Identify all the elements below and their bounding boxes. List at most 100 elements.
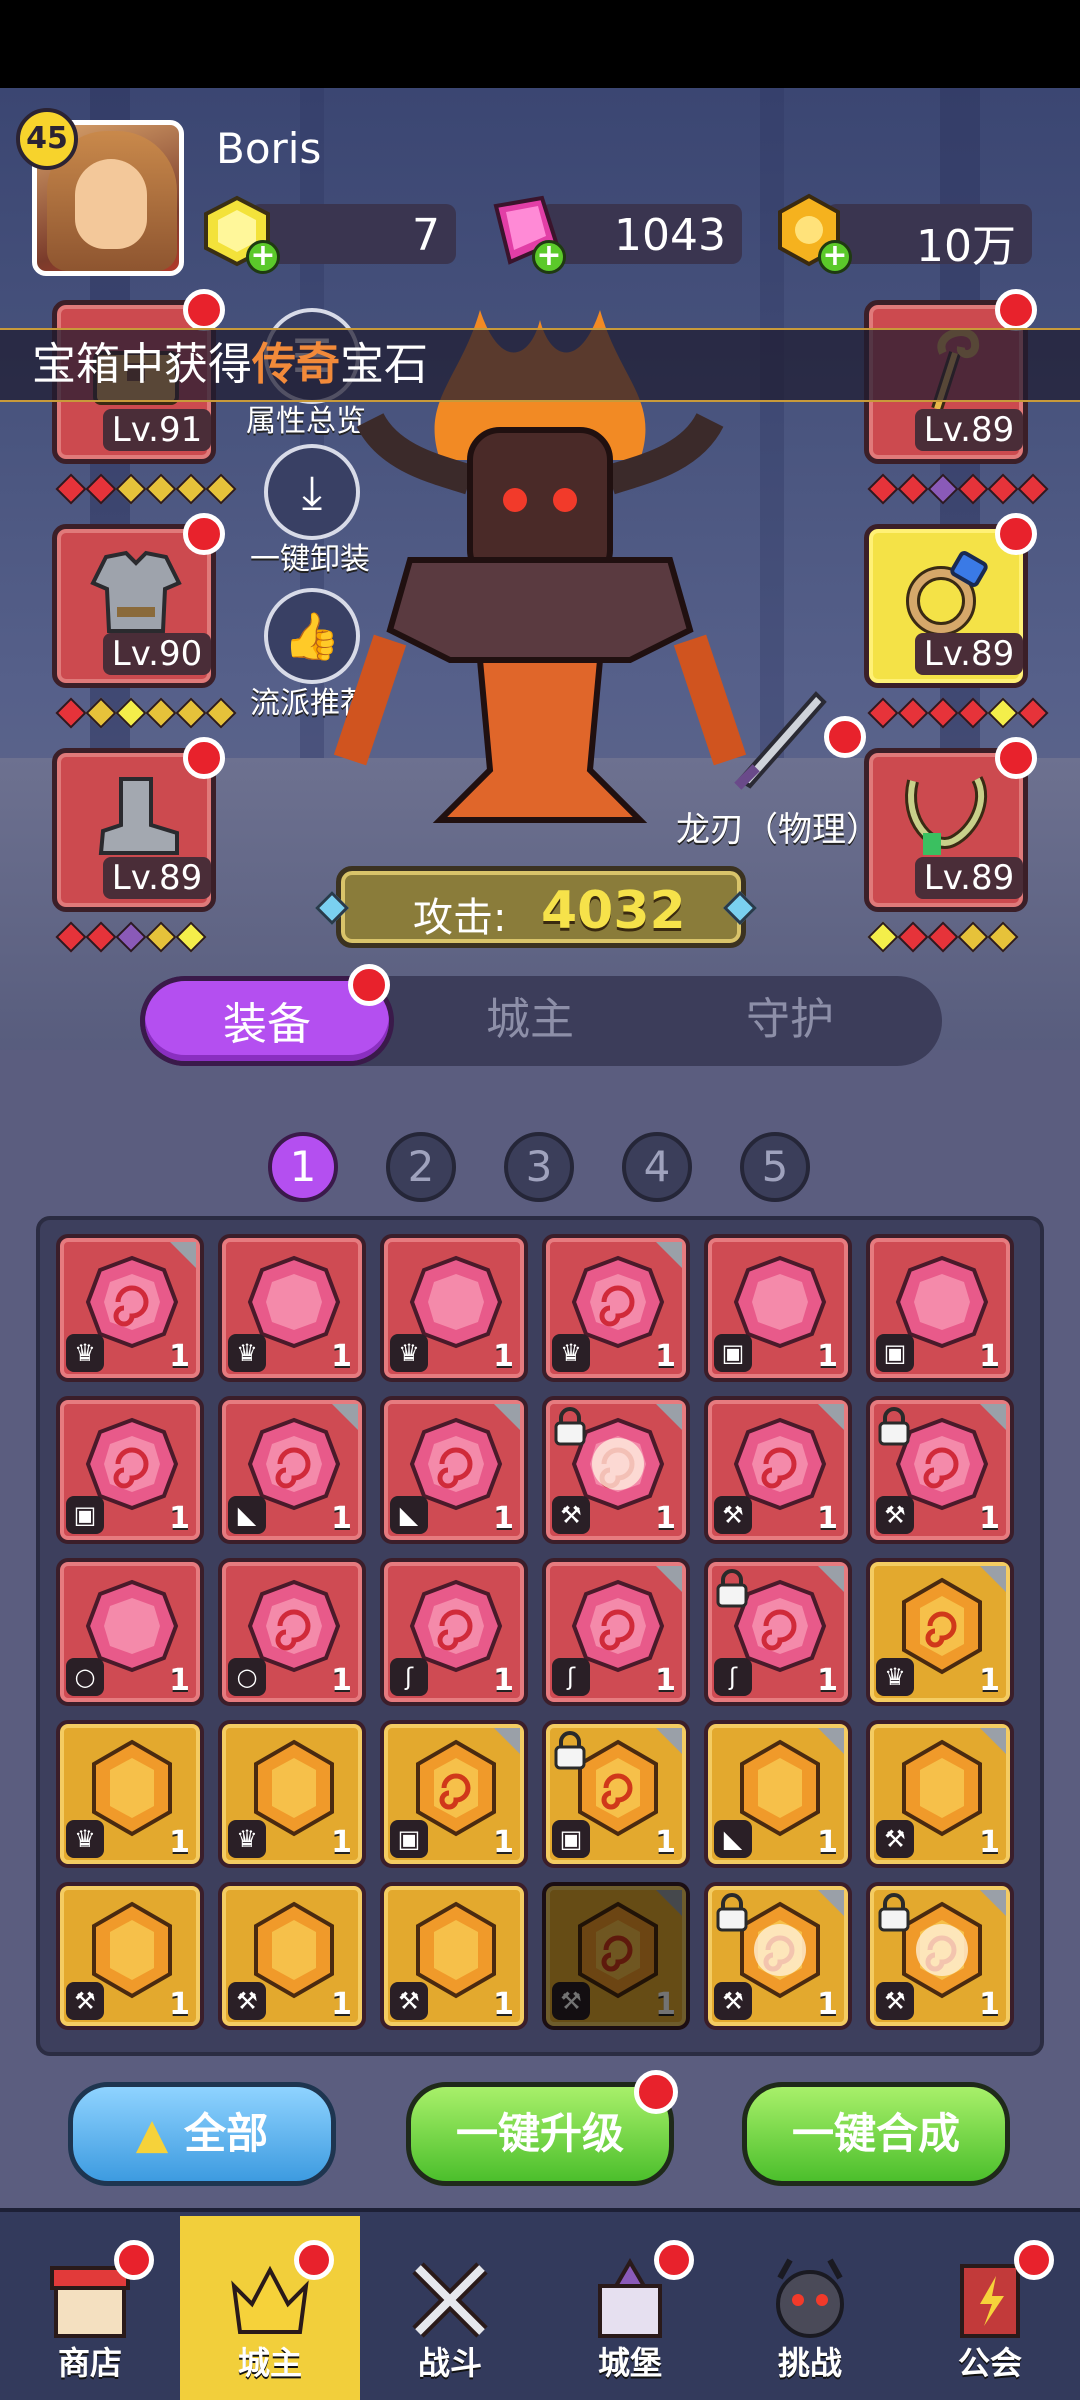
gem-cell[interactable]: ʃ1	[380, 1558, 528, 1706]
slot-type-icon: ♛	[390, 1334, 428, 1372]
gem-cell[interactable]: ʃ1	[542, 1558, 690, 1706]
gem-cell[interactable]: ♛ 1	[218, 1720, 366, 1868]
gem-cell[interactable]: ⚒ 1	[380, 1882, 528, 2030]
merge-label: 一键合成	[791, 2109, 960, 2158]
gem-cell[interactable]: ⚒ 1	[542, 1396, 690, 1544]
slot-level: Lv.91	[103, 409, 211, 451]
page-3-button[interactable]: 3	[504, 1132, 574, 1202]
gem-cell[interactable]: ♛ 1	[56, 1720, 204, 1868]
nav-shop[interactable]: 商店	[0, 2216, 180, 2400]
page-1-button[interactable]: 1	[268, 1132, 338, 1202]
one-click-merge-button[interactable]: 一键合成	[742, 2082, 1010, 2186]
demon-head-icon	[776, 2258, 844, 2338]
slot-type-icon: ◣	[228, 1496, 266, 1534]
gem-count: 1	[493, 1339, 514, 1374]
gem-cell[interactable]: ⚒ 1	[866, 1396, 1014, 1544]
slot-level: Lv.89	[915, 409, 1023, 451]
nav-castle[interactable]: 城堡	[540, 2216, 720, 2400]
gem-count: 1	[655, 1501, 676, 1536]
equip-slot-boots[interactable]: Lv.89	[52, 737, 225, 912]
filter-all-button[interactable]: ▲ 全部	[68, 2082, 336, 2186]
corner-marker	[980, 1404, 1006, 1430]
nav-lord[interactable]: 城主	[180, 2216, 360, 2400]
corner-marker	[656, 1566, 682, 1592]
slot-level: Lv.89	[915, 857, 1023, 899]
nav-challenge[interactable]: 挑战	[720, 2216, 900, 2400]
page-4-button[interactable]: 4	[622, 1132, 692, 1202]
gem-cell[interactable]: ○ 1	[56, 1558, 204, 1706]
page-5-button[interactable]: 5	[740, 1132, 810, 1202]
slot-type-icon: ⚒	[876, 1496, 914, 1534]
gem-cell[interactable]: ʃ1	[704, 1558, 852, 1706]
gem-count: 1	[655, 1825, 676, 1860]
gem-cell[interactable]: ○ 1	[218, 1558, 366, 1706]
player-level-badge: 45	[16, 108, 78, 170]
gem-count: 1	[817, 1825, 838, 1860]
equip-slot-necklace[interactable]: Lv.89	[864, 737, 1037, 912]
slot-type-icon: ⚒	[390, 1982, 428, 2020]
gem-cell[interactable]: ▣ 1	[704, 1234, 852, 1382]
notification-dot	[294, 2240, 334, 2280]
corner-marker	[818, 1566, 844, 1592]
nav-label: 挑战	[777, 2344, 842, 2382]
tab-lord[interactable]: 城主	[440, 976, 620, 1066]
nav-battle[interactable]: 战斗	[360, 2216, 540, 2400]
nav-guild[interactable]: 公会	[900, 2216, 1080, 2400]
gem-cell[interactable]: ▣ 1	[542, 1720, 690, 1868]
tab-guard[interactable]: 守护	[700, 976, 880, 1066]
gem-cell[interactable]: ♛ 1	[542, 1234, 690, 1382]
gem-cell[interactable]: ⚒ 1	[866, 1882, 1014, 2030]
attack-label: 攻击:	[413, 895, 507, 941]
yellow-gem-icon[interactable]: +	[198, 192, 280, 274]
page-2-button[interactable]: 2	[386, 1132, 456, 1202]
gem-count: 1	[817, 1501, 838, 1536]
slot-type-icon: ▣	[714, 1334, 752, 1372]
slot-type-icon: ○	[66, 1658, 104, 1696]
slot-type-icon: ♛	[228, 1820, 266, 1858]
resource-pink-gem: 1043	[540, 204, 742, 264]
gem-cell[interactable]: ♛ 1	[380, 1234, 528, 1382]
equip-slot-ring[interactable]: Lv.89	[864, 513, 1037, 688]
banner-highlight: 传奇	[252, 339, 340, 390]
gem-count: 1	[655, 1339, 676, 1374]
gold-coin-icon[interactable]: +	[770, 192, 852, 274]
gem-cell[interactable]: ◣ 1	[380, 1396, 528, 1544]
gem-count: 1	[979, 1663, 1000, 1698]
corner-marker	[818, 1890, 844, 1916]
gem-count: 1	[331, 1987, 352, 2022]
gem-cell[interactable]: ⚒ 1	[56, 1882, 204, 2030]
gem-cell[interactable]: ⚒ 1	[218, 1882, 366, 2030]
corner-marker	[818, 1728, 844, 1754]
notification-dot	[1014, 2240, 1054, 2280]
gem-cell[interactable]: ▣ 1	[380, 1720, 528, 1868]
gem-count: 1	[979, 1825, 1000, 1860]
gem-cell[interactable]: ⚒ 1	[704, 1882, 852, 2030]
gem-cell[interactable]: ⚒ 1	[542, 1882, 690, 2030]
unequip-icon: ⤓	[301, 465, 323, 519]
weapon-label: 龙刃（物理）	[676, 810, 880, 850]
resource-value: 10万	[916, 221, 1016, 272]
gem-cell[interactable]: ▣ 1	[866, 1234, 1014, 1382]
nav-label: 战斗	[417, 2344, 482, 2382]
gem-cell[interactable]: ◣ 1	[218, 1396, 366, 1544]
gem-cell[interactable]: ⚒ 1	[866, 1720, 1014, 1868]
gem-cell[interactable]: ♛ 1	[56, 1234, 204, 1382]
gem-cell[interactable]: ⚒ 1	[704, 1396, 852, 1544]
lock-icon	[554, 1731, 586, 1770]
gem-cell[interactable]: ◣ 1	[704, 1720, 852, 1868]
gem-count: 1	[493, 1501, 514, 1536]
slot-gem-row	[867, 921, 1022, 956]
notification-dot	[348, 964, 390, 1006]
gem-count: 1	[817, 1663, 838, 1698]
gem-count: 1	[979, 1339, 1000, 1374]
pink-gem-icon[interactable]: +	[484, 192, 566, 274]
gem-cell[interactable]: ♛ 1	[218, 1234, 366, 1382]
boots-icon	[98, 777, 179, 855]
slot-type-icon: ▣	[552, 1820, 590, 1858]
gem-cell[interactable]: ♛ 1	[866, 1558, 1014, 1706]
slot-type-icon: ⚒	[876, 1982, 914, 2020]
equip-slot-armor[interactable]: Lv.90	[52, 513, 225, 688]
sword-icon[interactable]	[720, 680, 840, 800]
gem-cell[interactable]: ▣ 1	[56, 1396, 204, 1544]
resource-gold: 10万	[826, 204, 1032, 272]
